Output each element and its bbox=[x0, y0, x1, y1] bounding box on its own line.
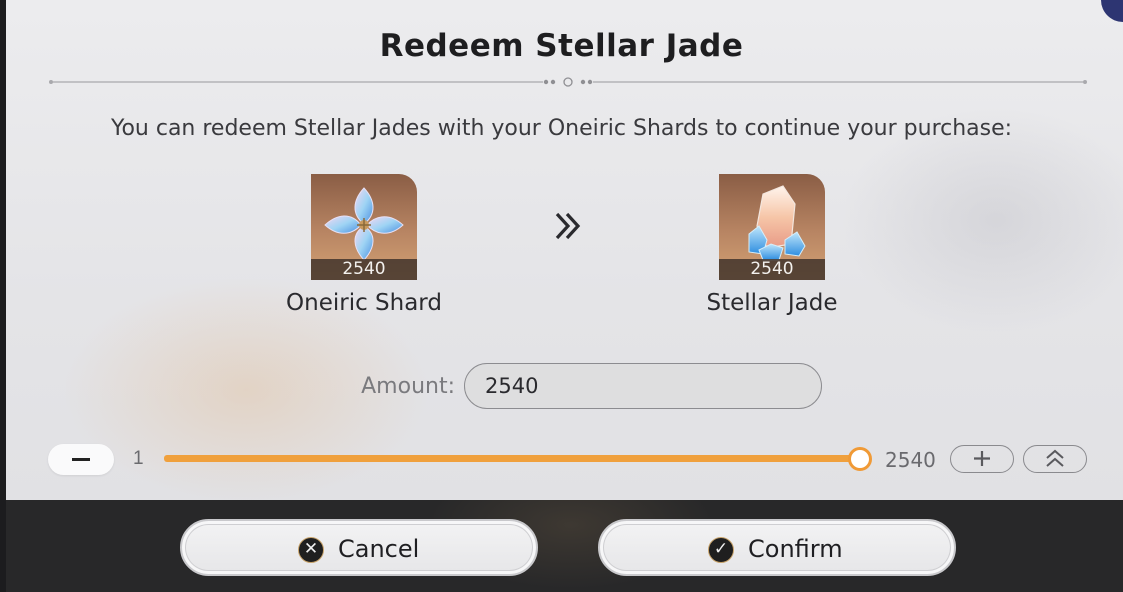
target-item-tile: 2540 bbox=[719, 174, 825, 280]
title-divider bbox=[49, 77, 1087, 87]
target-item: 2540 Stellar Jade bbox=[672, 174, 872, 316]
close-circle-icon: ✕ bbox=[298, 537, 324, 563]
confirm-button-label: Confirm bbox=[748, 535, 843, 563]
source-item: 2540 Oneiric Shard bbox=[264, 174, 464, 316]
dialog-title: Redeem Stellar Jade bbox=[379, 28, 744, 64]
check-circle-icon: ✓ bbox=[708, 537, 734, 563]
amount-slider-thumb[interactable] bbox=[848, 447, 872, 471]
decrease-button[interactable] bbox=[48, 444, 114, 475]
target-item-count: 2540 bbox=[719, 259, 825, 280]
increase-button[interactable] bbox=[950, 445, 1014, 473]
double-chevron-up-icon bbox=[1045, 449, 1064, 467]
cancel-button-label: Cancel bbox=[338, 535, 420, 563]
slider-max-label: 2540 bbox=[885, 448, 936, 472]
amount-slider-track[interactable] bbox=[164, 455, 860, 462]
plus-icon bbox=[973, 450, 990, 466]
minus-icon bbox=[72, 458, 90, 461]
slider-min-label: 1 bbox=[133, 448, 144, 469]
dialog-subtitle: You can redeem Stellar Jades with your O… bbox=[110, 116, 1013, 141]
target-item-name: Stellar Jade bbox=[706, 290, 838, 316]
source-item-tile: 2540 bbox=[311, 174, 417, 280]
amount-label: Amount: bbox=[361, 374, 455, 399]
confirm-button[interactable]: ✓ Confirm bbox=[598, 519, 956, 576]
source-item-count: 2540 bbox=[311, 259, 417, 280]
max-amount-button[interactable] bbox=[1023, 445, 1087, 473]
double-chevron-right-icon bbox=[555, 212, 581, 240]
amount-input[interactable] bbox=[464, 363, 822, 409]
source-item-name: Oneiric Shard bbox=[286, 290, 442, 316]
cancel-button[interactable]: ✕ Cancel bbox=[180, 519, 538, 576]
